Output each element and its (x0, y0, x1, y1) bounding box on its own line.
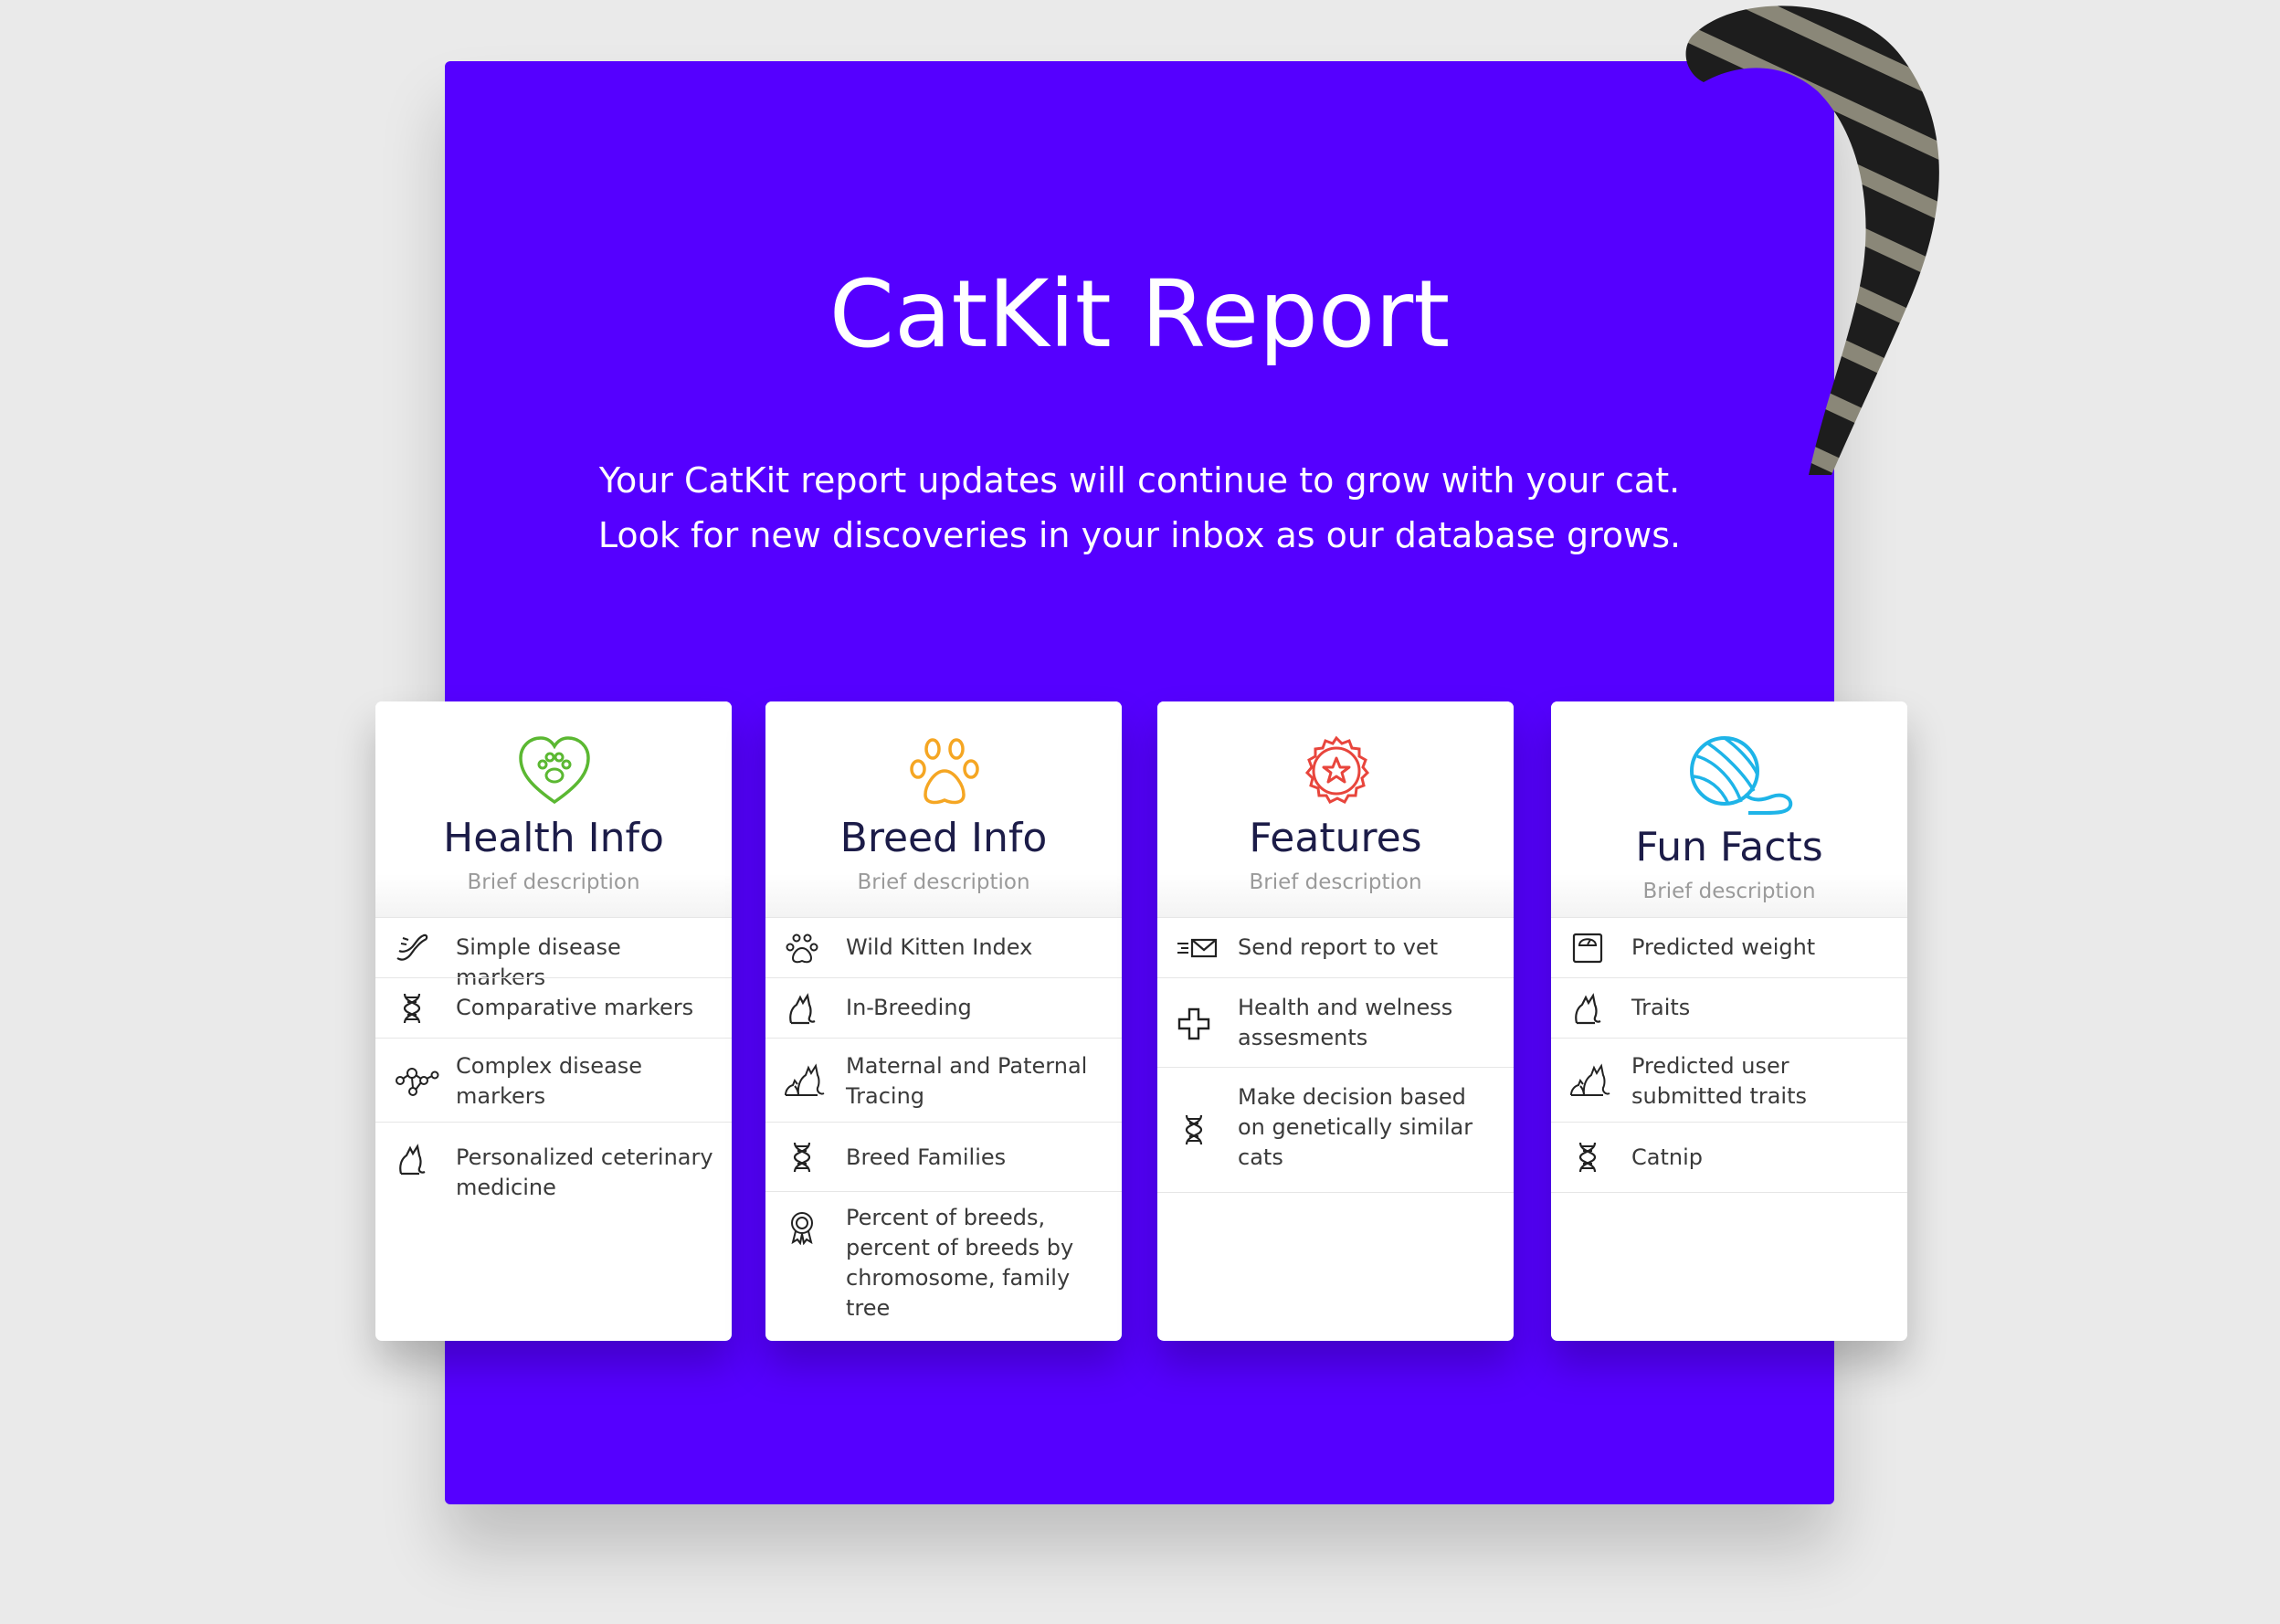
card-title: Health Info (443, 815, 664, 861)
dna-icon (793, 1142, 811, 1173)
cat-family-icon (785, 1063, 825, 1096)
cat-family-icon (1570, 1063, 1610, 1096)
list-item: Predicted user submitted traits (1551, 1038, 1907, 1122)
card-header: Health Info Brief description (375, 701, 732, 917)
list-item-label: Complex disease markers (456, 1053, 643, 1109)
list-item: Health and welness assesments (1157, 977, 1514, 1067)
list-item-label: Breed Families (846, 1144, 1007, 1170)
list-item-label: Wild Kitten Index (846, 934, 1033, 960)
list-item-label: In-Breeding (846, 995, 972, 1020)
card-title: Breed Info (839, 815, 1048, 861)
dna-icon (1578, 1142, 1597, 1173)
list-item-label: Make decision based on genetically simil… (1238, 1084, 1473, 1170)
list-item: In-Breeding (765, 977, 1122, 1038)
list-item-label: Catnip (1631, 1144, 1703, 1170)
award-icon (791, 1212, 813, 1245)
card-header: Features Brief description (1157, 701, 1514, 917)
list-item: Complex disease markers (375, 1038, 732, 1122)
list-item: Percent of breeds, percent of breeds by … (765, 1191, 1122, 1341)
list-item-label: Personalized ceterinary medicine (456, 1144, 713, 1200)
scale-icon (1572, 933, 1603, 964)
card-health-info[interactable]: Health Info Brief description Simple dis… (375, 701, 732, 1341)
yarn-ball-icon (1690, 736, 1793, 815)
list-item: Maternal and Paternal Tracing (765, 1038, 1122, 1122)
card-breed-info[interactable]: Breed Info Brief description Wild Kitten… (765, 701, 1122, 1341)
list-item: Personalized ceterinary medicine (375, 1122, 732, 1341)
star-badge-icon (1304, 735, 1370, 804)
card-features[interactable]: Features Brief description Send report t… (1157, 701, 1514, 1341)
list-item: Simple disease markers (375, 917, 732, 990)
cat-icon (789, 993, 816, 1025)
card-header: Breed Info Brief description (765, 701, 1122, 917)
card-description: Brief description (1642, 880, 1816, 903)
list-item-label: Comparative markers (456, 995, 694, 1020)
cat-icon (399, 1144, 426, 1176)
worm-icon (396, 933, 428, 961)
list-item-label: Send report to vet (1238, 934, 1439, 960)
heart-paw-icon (519, 736, 590, 805)
list-item: Breed Families (765, 1122, 1122, 1191)
card-fun-facts[interactable]: Fun Facts Brief description Predicted we… (1551, 701, 1907, 1341)
card-header: Fun Facts Brief description (1551, 701, 1907, 917)
dna-icon (1185, 1114, 1203, 1145)
list-item-label: Traits (1631, 995, 1691, 1020)
list-item-label: Maternal and Paternal Tracing (846, 1053, 1088, 1109)
card-title: Fun Facts (1635, 824, 1823, 870)
dna-icon (403, 993, 421, 1024)
list-item: Traits (1551, 977, 1907, 1038)
medical-cross-icon (1177, 1007, 1210, 1040)
card-description: Brief description (857, 870, 1030, 894)
list-item: Catnip (1551, 1122, 1907, 1193)
list-item: Predicted weight (1551, 917, 1907, 977)
list-item-label: Percent of breeds, percent of breeds by … (846, 1205, 1074, 1321)
list-item: Comparative markers (375, 977, 732, 1038)
subtitle-line-2: Look for new discoveries in your inbox a… (597, 515, 1682, 555)
list-item: Make decision based on genetically simil… (1157, 1067, 1514, 1193)
cat-icon (1575, 993, 1601, 1025)
list-item-label: Predicted weight (1631, 934, 1816, 960)
list-item-label: Predicted user submitted traits (1631, 1053, 1808, 1109)
paw-icon (786, 933, 818, 964)
list-item: Wild Kitten Index (765, 917, 1122, 977)
subtitle-line-1: Your CatKit report updates will continue… (598, 460, 1681, 501)
page-title: CatKit Report (829, 260, 1451, 369)
paw-icon (910, 738, 979, 805)
list-item: Send report to vet (1157, 917, 1514, 977)
send-mail-icon (1177, 938, 1218, 958)
card-description: Brief description (1249, 870, 1422, 894)
list-item-label: Health and welness assesments (1238, 995, 1453, 1050)
molecule-icon (396, 1068, 439, 1096)
page-subtitle: Your CatKit report updates will continue… (594, 453, 1685, 563)
card-description: Brief description (467, 870, 640, 894)
card-title: Features (1249, 815, 1422, 861)
